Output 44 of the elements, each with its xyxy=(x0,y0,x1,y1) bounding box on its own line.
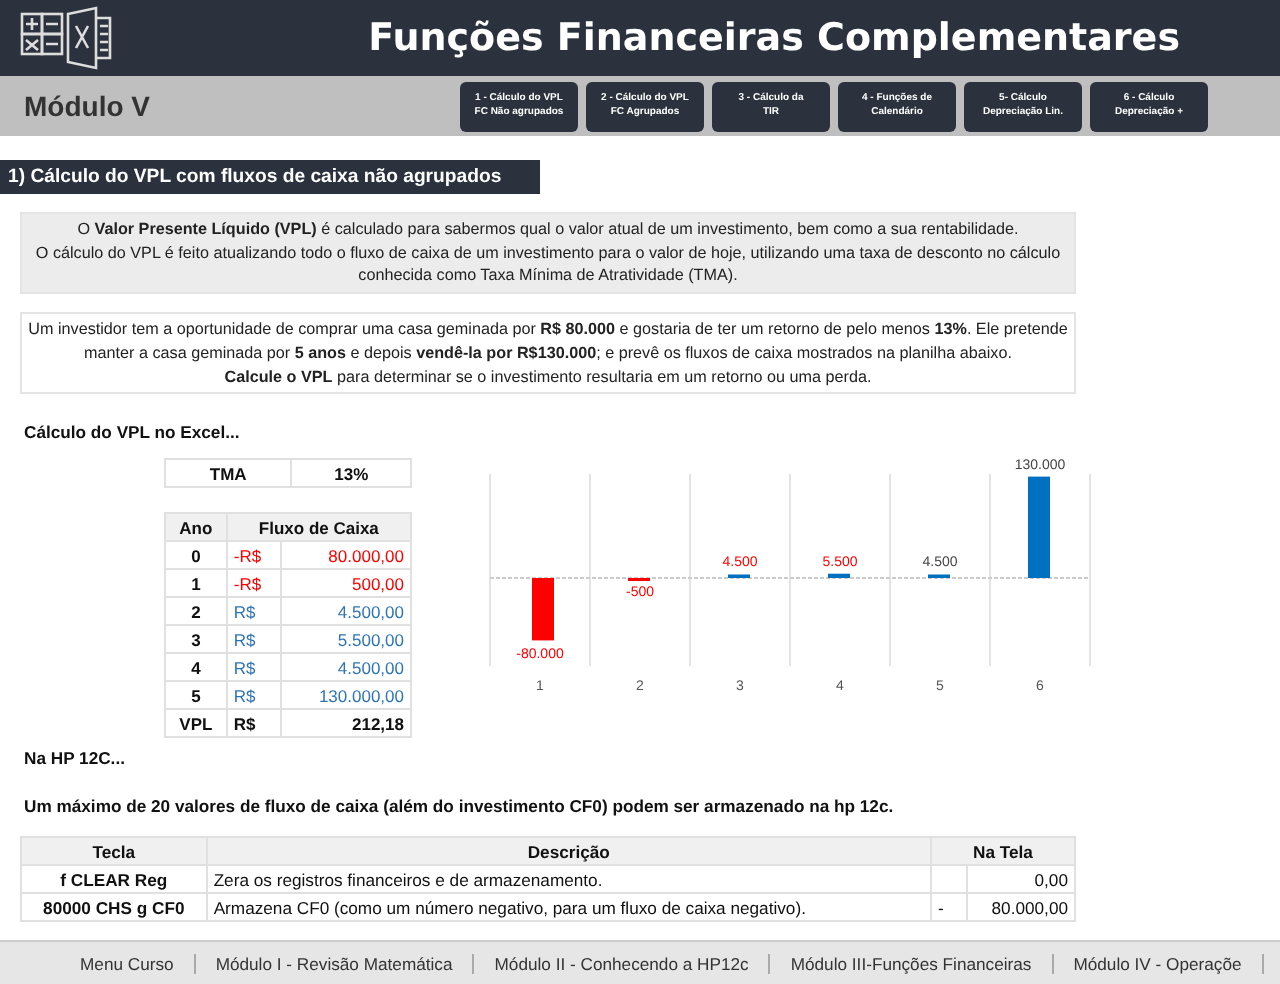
column-header: Fluxo de Caixa xyxy=(226,513,411,542)
chart-bar xyxy=(532,578,554,642)
sheet-tab[interactable]: Módulo I - Revisão Matemática xyxy=(195,953,475,973)
excel-heading: Cálculo do VPL no Excel... xyxy=(24,422,242,443)
sheet-tab[interactable]: Menu Curso xyxy=(60,953,196,973)
intro-box: O Valor Presente Líquido (VPL) é calculado para sabermos qual o valor atual de um investimento, bem como a sua rentabilidade. O cálculo do VPL é feito atualizando todo o fluxo de caixa de um investimento para o valor de hoje, utilizando uma taxa de desconto no cálculo conhecida como Taxa Mínima de Atratividade (TMA). xyxy=(20,212,1076,295)
table-cell: TMA xyxy=(165,459,292,488)
hp-heading: Na HP 12C... xyxy=(24,748,127,769)
column-header: Na Tela xyxy=(930,837,1075,866)
sheet-tab[interactable]: Módulo II - Conhecendo a HP12c xyxy=(474,953,771,973)
sheet-tab[interactable]: Módulo III-Funções Financeiras xyxy=(770,953,1054,973)
table-cell: 0 xyxy=(165,541,227,570)
column-header: Ano xyxy=(165,513,227,542)
page-title: Funções Financeiras Complementares xyxy=(368,16,1180,60)
table-cell: 130.000,00 xyxy=(281,681,411,710)
table-cell: Armazena CF0 (como um número negativo, para um fluxo de caixa negativo). xyxy=(206,893,931,922)
table-cell: Zera os registros financeiros e de armazenamento. xyxy=(206,865,931,894)
sheet-tab[interactable]: Módulo IV - Operaçõe xyxy=(1053,953,1264,973)
chart-bar xyxy=(828,574,850,579)
table-cell: 4.500,00 xyxy=(281,653,411,682)
table-cell: 4 xyxy=(165,653,227,682)
problem-box: Um investidor tem a oportunidade de comprar uma casa geminada por R$ 80.000 e gostaria de ter um retorno de pelo menos 13%. Ele pretende manter a casa geminada por 5 anos e depois vendê-la por R$130.000; e prevê os fluxos de caixa mostrados na planilha abaixo. Calcule o VPL para determinar se o investimento resultaria em um retorno ou uma perda. xyxy=(20,312,1076,395)
table-cell: 0,00 xyxy=(966,865,1075,894)
hp-note: Um máximo de 20 valores de fluxo de caixa (além do investimento CF0) podem ser armazenado na hp 12c. xyxy=(24,796,896,817)
table-cell: 5 xyxy=(165,681,227,710)
table-cell: 80.000,00 xyxy=(966,893,1075,922)
table-cell: VPL xyxy=(165,709,227,738)
section-title: 1) Cálculo do VPL com fluxos de caixa não agrupados xyxy=(0,160,540,194)
table-cell: 13% xyxy=(291,459,411,488)
table-cell: 2 xyxy=(165,597,227,626)
table-cell: 4.500,00 xyxy=(281,597,411,626)
column-header: Tecla xyxy=(21,837,207,866)
table-cell: f CLEAR Reg xyxy=(21,865,207,894)
table-cell: 80000 CHS g CF0 xyxy=(21,893,207,922)
table-cell: 3 xyxy=(165,625,227,654)
table-cell: 1 xyxy=(165,569,227,598)
calculator-spreadsheet-icon xyxy=(20,6,112,70)
table-cell: 212,18 xyxy=(281,709,411,738)
table-cell: 80.000,00 xyxy=(281,541,411,570)
table-cell: 5.500,00 xyxy=(281,625,411,654)
column-header: Descrição xyxy=(206,837,931,866)
chart-bar xyxy=(1028,477,1050,579)
table-cell: 500,00 xyxy=(281,569,411,598)
module-title: Módulo V xyxy=(24,90,152,122)
